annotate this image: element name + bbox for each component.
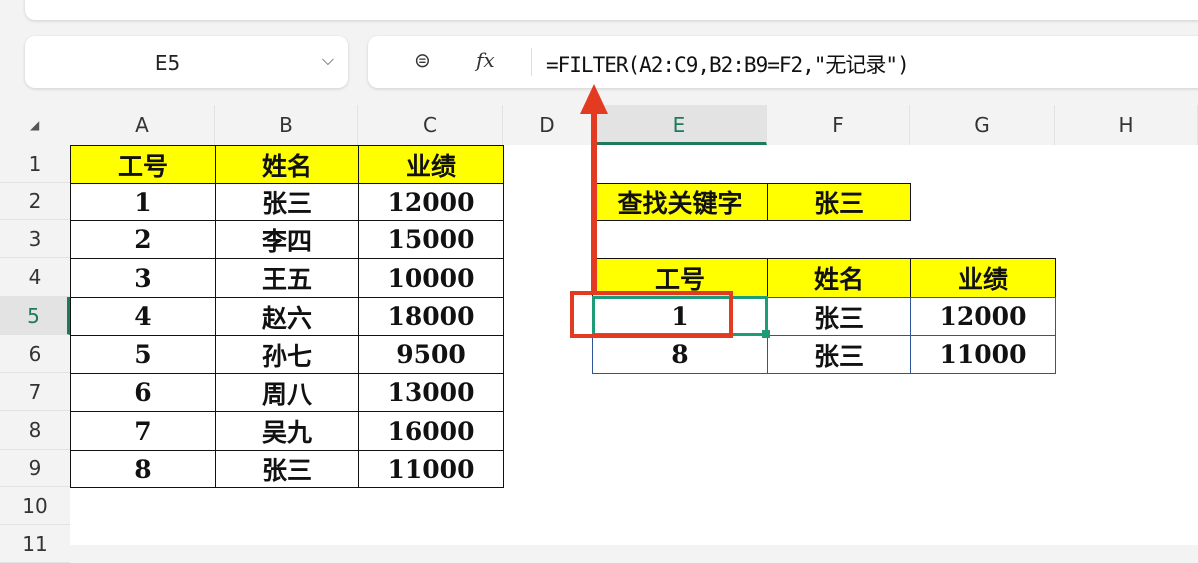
source-header-cell[interactable]: 工号	[70, 145, 216, 184]
source-table-cell[interactable]: 1	[70, 183, 216, 221]
result-table-cell[interactable]: 张三	[767, 297, 911, 336]
row-header-1[interactable]: 1	[0, 145, 70, 183]
source-table-cell[interactable]: 9500	[358, 335, 504, 374]
source-table-cell[interactable]: 孙七	[215, 335, 359, 374]
chevron-down-icon[interactable]: ⌵	[322, 50, 334, 70]
lookup-label-cell[interactable]: 查找关键字	[592, 183, 768, 221]
source-table-cell[interactable]: 13000	[358, 373, 504, 412]
column-header-f[interactable]: F	[767, 105, 910, 145]
source-table-cell[interactable]: 7	[70, 411, 216, 451]
source-table-cell[interactable]: 赵六	[215, 297, 359, 336]
result-table-cell[interactable]: 张三	[767, 335, 911, 374]
source-table-cell[interactable]: 8	[70, 450, 216, 488]
row-header-7[interactable]: 7	[0, 373, 70, 411]
result-table-cell[interactable]: 12000	[910, 297, 1056, 336]
column-header-c[interactable]: C	[358, 105, 503, 145]
source-header-cell[interactable]: 姓名	[215, 145, 359, 184]
row-header-3[interactable]: 3	[0, 220, 70, 258]
source-table-cell[interactable]: 18000	[358, 297, 504, 336]
row-header-9[interactable]: 9	[0, 450, 70, 487]
source-table-cell[interactable]: 10000	[358, 258, 504, 298]
zoom-icon[interactable]: ⊜	[414, 48, 431, 72]
divider	[531, 48, 532, 76]
column-header-e[interactable]: E	[592, 105, 767, 145]
source-table-cell[interactable]: 3	[70, 258, 216, 298]
row-header-5[interactable]: 5	[0, 297, 70, 335]
select-all-icon[interactable]: ◢	[30, 118, 39, 132]
row-header-2[interactable]: 2	[0, 183, 70, 220]
source-table-cell[interactable]: 4	[70, 297, 216, 336]
source-table-cell[interactable]: 15000	[358, 220, 504, 259]
lookup-value-cell[interactable]: 张三	[767, 183, 911, 221]
source-table-cell[interactable]: 16000	[358, 411, 504, 451]
column-header-g[interactable]: G	[910, 105, 1055, 145]
row-header-10[interactable]: 10	[0, 487, 70, 525]
source-table-cell[interactable]: 12000	[358, 183, 504, 221]
result-header-cell[interactable]: 姓名	[767, 258, 911, 298]
column-header-h[interactable]: H	[1055, 105, 1198, 145]
source-table-cell[interactable]: 李四	[215, 220, 359, 259]
annotation-box	[570, 291, 733, 338]
result-table-cell[interactable]: 8	[592, 335, 768, 374]
source-table-cell[interactable]: 吴九	[215, 411, 359, 451]
row-header-11[interactable]: 11	[0, 525, 70, 563]
arrow-up-icon	[580, 84, 608, 114]
source-table-cell[interactable]: 周八	[215, 373, 359, 412]
source-table-cell[interactable]: 王五	[215, 258, 359, 298]
source-table-cell[interactable]: 6	[70, 373, 216, 412]
column-header-a[interactable]: A	[70, 105, 215, 145]
formula-bar[interactable]: ⊜ fx =FILTER(A2:C9,B2:B9=F2,"无记录")	[368, 36, 1198, 88]
top-toolbar	[25, 0, 1198, 20]
source-table-cell[interactable]: 张三	[215, 450, 359, 488]
row-header-6[interactable]: 6	[0, 335, 70, 373]
column-header-b[interactable]: B	[215, 105, 358, 145]
row-header-8[interactable]: 8	[0, 411, 70, 450]
source-table-cell[interactable]: 2	[70, 220, 216, 259]
row-header-4[interactable]: 4	[0, 258, 70, 297]
column-header-d[interactable]: D	[503, 105, 592, 145]
source-table-cell[interactable]: 5	[70, 335, 216, 374]
fx-icon[interactable]: fx	[476, 48, 495, 72]
source-header-cell[interactable]: 业绩	[358, 145, 504, 184]
name-box-value: E5	[154, 51, 181, 75]
name-box[interactable]: E5 ⌵	[25, 36, 348, 88]
result-table-cell[interactable]: 11000	[910, 335, 1056, 374]
source-table-cell[interactable]: 11000	[358, 450, 504, 488]
source-table-cell[interactable]: 张三	[215, 183, 359, 221]
fill-handle[interactable]	[762, 330, 770, 338]
result-header-cell[interactable]: 业绩	[910, 258, 1056, 298]
formula-input[interactable]: =FILTER(A2:C9,B2:B9=F2,"无记录")	[546, 49, 910, 79]
annotation-arrow	[591, 110, 597, 295]
